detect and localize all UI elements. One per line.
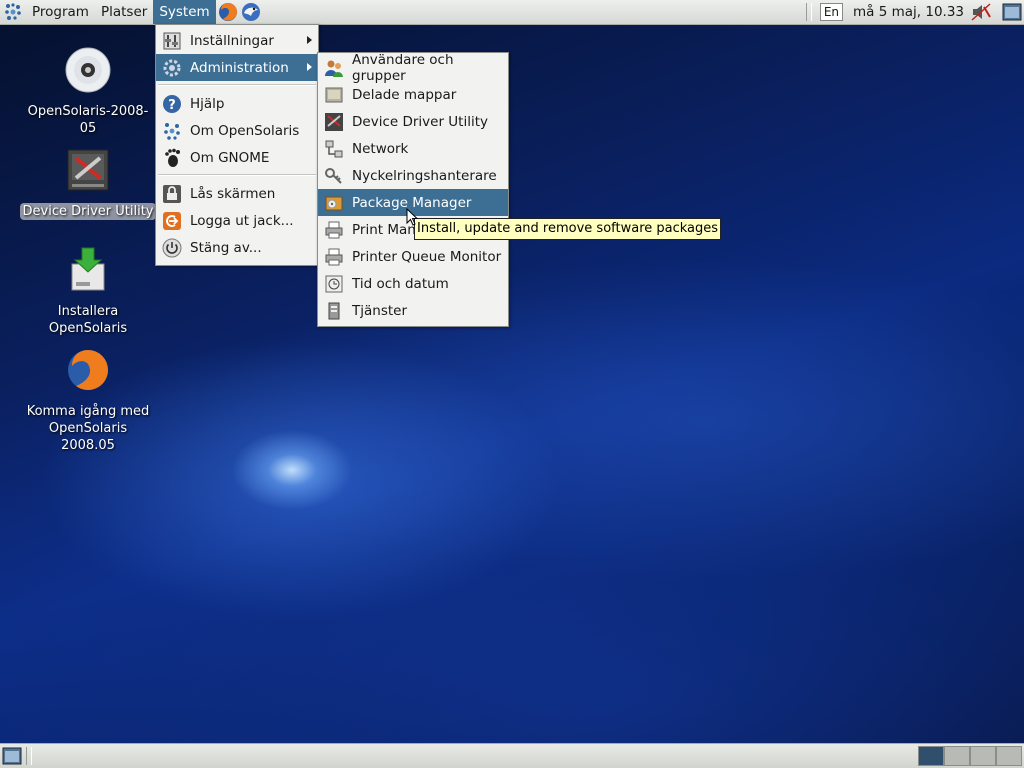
printer-queue-icon — [325, 248, 343, 265]
administration-icon — [163, 59, 181, 76]
keyboard-layout-indicator[interactable]: En — [819, 3, 843, 21]
preferences-icon — [163, 32, 181, 49]
show-desktop-icon[interactable] — [2, 747, 22, 765]
desktop-icon-install-opensolaris[interactable]: Installera OpenSolaris — [18, 246, 158, 337]
desktop[interactable]: Program Platser System En må 5 maj, 10.3… — [0, 0, 1024, 768]
administration-submenu: Användare och grupper Delade mappar Devi… — [317, 52, 509, 327]
keyring-icon — [325, 167, 342, 184]
desktop-icon-opensolaris-cd[interactable]: OpenSolaris-2008-05 — [18, 46, 158, 137]
menu-item-label: Om OpenSolaris — [190, 122, 300, 139]
menu-item-device-driver-utility[interactable]: Device Driver Utility — [318, 108, 508, 135]
device-driver-icon — [325, 112, 343, 131]
menu-item-om-opensolaris[interactable]: Om OpenSolaris — [156, 117, 318, 144]
menu-item-label: Om GNOME — [190, 149, 270, 166]
menu-item-delade-mappar[interactable]: Delade mappar — [318, 81, 508, 108]
lock-icon — [163, 184, 181, 203]
panel-handle[interactable] — [26, 747, 32, 765]
logout-icon — [163, 211, 181, 230]
users-icon — [325, 60, 343, 77]
install-icon — [71, 247, 105, 291]
device-driver-icon — [67, 149, 109, 191]
menu-separator — [158, 174, 316, 176]
menu-item-network[interactable]: Network — [318, 135, 508, 162]
cd-icon — [65, 47, 111, 93]
platser-menu[interactable]: Platser — [95, 0, 153, 24]
system-dropdown-menu: Inställningar Administration ? Hjälp Om … — [155, 24, 319, 266]
printer-icon — [325, 221, 343, 238]
menu-item-label: Network — [352, 140, 409, 157]
opensolaris-logo-icon[interactable] — [0, 0, 26, 24]
menu-item-label: Stäng av... — [190, 239, 262, 256]
svg-text:?: ? — [168, 98, 176, 113]
firefox-launcher-icon[interactable] — [217, 1, 239, 23]
desktop-icon-label: Device Driver Utility — [19, 203, 157, 220]
workspace-3[interactable] — [970, 746, 996, 766]
window-list-icon[interactable] — [1002, 3, 1022, 21]
menu-item-logga-ut[interactable]: Logga ut jack... — [156, 207, 318, 234]
workspace-4[interactable] — [996, 746, 1022, 766]
clock[interactable]: må 5 maj, 10.33 — [853, 4, 964, 20]
desktop-icon-label: Installera OpenSolaris — [48, 304, 128, 336]
menu-item-stang-av[interactable]: Stäng av... — [156, 234, 318, 261]
menu-item-label: Lås skärmen — [190, 185, 276, 202]
mouse-cursor-icon — [406, 208, 418, 226]
desktop-icon-device-driver-utility[interactable]: Device Driver Utility — [18, 146, 158, 220]
menu-item-printer-queue-monitor[interactable]: Printer Queue Monitor — [318, 243, 508, 270]
opensolaris-icon — [164, 122, 180, 140]
program-menu[interactable]: Program — [26, 0, 95, 24]
bottom-panel — [0, 743, 1024, 768]
volume-muted-icon[interactable] — [970, 1, 992, 23]
menu-item-administration[interactable]: Administration — [156, 54, 318, 81]
thunderbird-launcher-icon[interactable] — [240, 1, 262, 23]
workspace-switcher[interactable] — [918, 746, 1022, 766]
menu-item-nyckelringshanterare[interactable]: Nyckelringshanterare — [318, 162, 508, 189]
menu-item-las-skarmen[interactable]: Lås skärmen — [156, 180, 318, 207]
desktop-icon-label: OpenSolaris-2008-05 — [27, 104, 149, 136]
network-icon — [325, 140, 343, 157]
top-panel: Program Platser System En må 5 maj, 10.3… — [0, 0, 1024, 25]
desktop-icon-getting-started[interactable]: Komma igång med OpenSolaris 2008.05 — [18, 346, 158, 454]
menu-item-label: Administration — [190, 59, 289, 76]
submenu-arrow-icon — [307, 36, 312, 44]
system-menu[interactable]: System — [153, 0, 216, 24]
menu-item-label: Delade mappar — [352, 86, 457, 103]
services-icon — [328, 302, 340, 319]
menu-item-tjanster[interactable]: Tjänster — [318, 297, 508, 324]
clock-icon — [325, 275, 343, 292]
workspace-2[interactable] — [944, 746, 970, 766]
menu-separator — [158, 84, 316, 86]
menu-item-label: Logga ut jack... — [190, 212, 294, 229]
help-icon: ? — [163, 94, 181, 113]
menu-item-label: Användare och grupper — [352, 51, 454, 84]
tooltip: Install, update and remove software pack… — [414, 218, 722, 240]
menu-item-om-gnome[interactable]: Om GNOME — [156, 144, 318, 171]
shutdown-icon — [162, 238, 182, 257]
menu-item-label: Printer Queue Monitor — [352, 248, 502, 265]
menu-item-label: Tjänster — [352, 302, 408, 319]
menu-item-label: Hjälp — [190, 95, 225, 112]
menu-item-anvandare-och-grupper[interactable]: Användare och grupper — [318, 51, 508, 84]
shared-folder-icon — [325, 87, 343, 102]
menu-item-label: Device Driver Utility — [352, 113, 489, 130]
menu-item-installningar[interactable]: Inställningar — [156, 27, 318, 54]
panel-handle[interactable] — [805, 3, 812, 21]
package-icon — [325, 196, 343, 210]
menu-item-tid-och-datum[interactable]: Tid och datum — [318, 270, 508, 297]
gnome-foot-icon — [165, 148, 180, 167]
menu-item-label: Inställningar — [190, 32, 274, 49]
firefox-icon — [68, 350, 108, 390]
workspace-1[interactable] — [918, 746, 944, 766]
menu-item-hjalp[interactable]: ? Hjälp — [156, 90, 318, 117]
desktop-icon-label: Komma igång med OpenSolaris 2008.05 — [26, 404, 150, 453]
menu-item-label: Nyckelringshanterare — [352, 167, 497, 184]
menu-item-label: Tid och datum — [352, 275, 449, 292]
submenu-arrow-icon — [307, 63, 312, 71]
